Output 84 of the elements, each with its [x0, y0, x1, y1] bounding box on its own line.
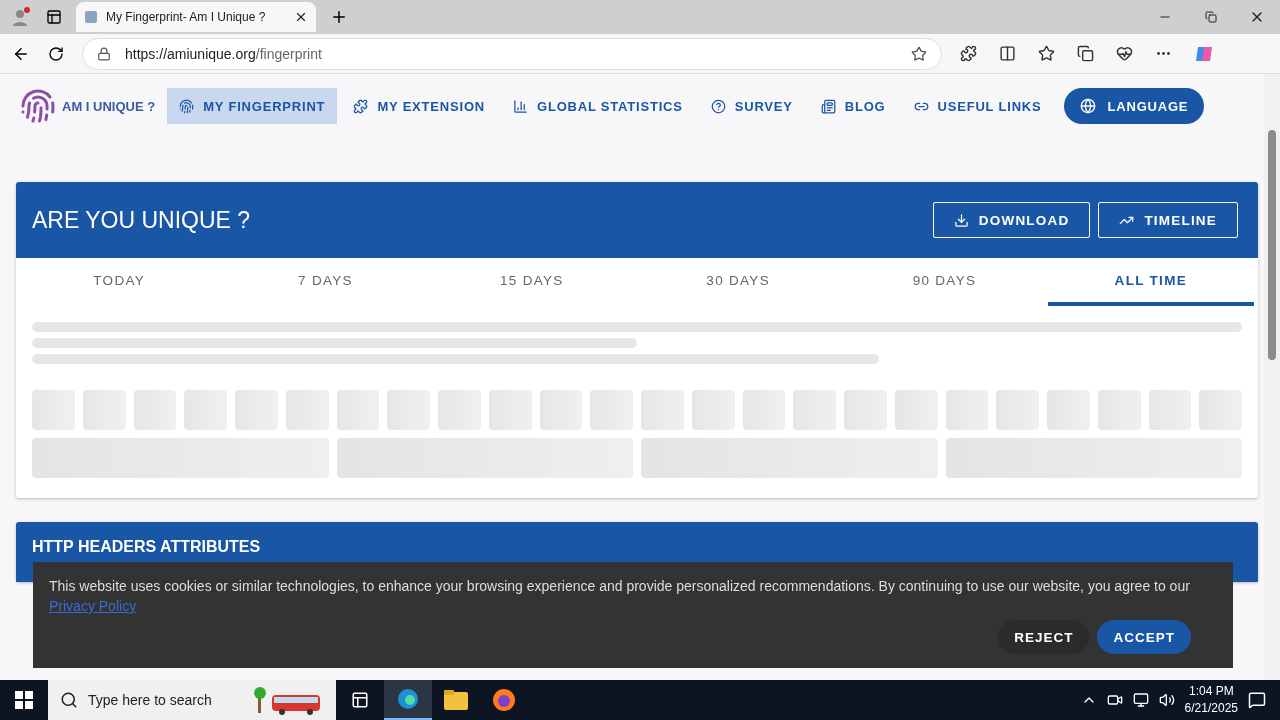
- new-tab-icon[interactable]: [330, 8, 348, 26]
- nav-link[interactable]: MY FINGERPRINT: [167, 88, 338, 124]
- browser-app-icon[interactable]: [396, 687, 420, 711]
- cookie-message: This website uses cookies or similar technologies, to enhance your browsing experience and provide personalized recommendations. By continuing to use our website, you agree to our Privacy Policy: [49, 577, 1191, 616]
- card-title: ARE YOU UNIQUE ?: [32, 206, 252, 234]
- skeleton-tile: [1097, 390, 1141, 430]
- time-text: 1:04 PM: [1188, 683, 1234, 700]
- volume-icon[interactable]: [1158, 692, 1175, 708]
- skeleton-tile: [336, 390, 380, 430]
- reload-icon[interactable]: [48, 45, 64, 62]
- newspaper-icon: [820, 98, 836, 114]
- address-field[interactable]: https://amiunique.org/fingerprint: [82, 37, 942, 70]
- browser-tab[interactable]: My Fingerprint- Am I Unique ?: [76, 2, 316, 32]
- collections-icon[interactable]: [1077, 45, 1094, 62]
- star-icon[interactable]: [911, 45, 927, 62]
- skeleton-tile: [539, 390, 583, 430]
- notifications-icon[interactable]: [1248, 691, 1266, 709]
- period-tab[interactable]: TODAY: [16, 258, 223, 306]
- task-view-icon[interactable]: [351, 691, 369, 709]
- skeleton-tile: [1199, 390, 1242, 430]
- card-title: HTTP HEADERS ATTRIBUTES: [32, 538, 261, 555]
- timeline-button[interactable]: TIMELINE: [1098, 202, 1238, 238]
- skeleton-tile: [488, 390, 532, 430]
- skeleton-tile: [387, 390, 430, 430]
- skeleton-tile: [184, 390, 227, 430]
- lock-icon: [97, 46, 111, 61]
- scrollbar[interactable]: [1264, 74, 1280, 680]
- puzzle-icon: [353, 98, 369, 114]
- network-icon[interactable]: [1132, 692, 1149, 708]
- nav-link[interactable]: GLOBAL STATISTICS: [501, 88, 695, 124]
- download-icon: [953, 212, 969, 228]
- folder-icon[interactable]: [444, 690, 468, 710]
- windows-icon[interactable]: [15, 691, 33, 709]
- split-screen-icon[interactable]: [999, 45, 1016, 62]
- skeleton-tile: [996, 390, 1039, 430]
- skeleton-tile: [945, 390, 989, 430]
- close-icon[interactable]: [294, 10, 308, 24]
- skeleton-tile: [1047, 390, 1090, 430]
- language-button[interactable]: LANGUAGE: [1063, 88, 1205, 124]
- accept-button[interactable]: ACCEPT: [1097, 620, 1191, 654]
- question-icon: [710, 98, 726, 114]
- tab-title: My Fingerprint- Am I Unique ?: [106, 10, 267, 24]
- globe-icon: [1079, 98, 1096, 114]
- favorites-icon[interactable]: [1038, 45, 1055, 62]
- skeleton-tile: [82, 390, 126, 430]
- restore-icon[interactable]: [1205, 11, 1217, 23]
- tab-actions-icon[interactable]: [46, 9, 62, 25]
- health-icon[interactable]: [1116, 45, 1133, 62]
- period-tab[interactable]: 90 DAYS: [841, 258, 1048, 306]
- bar-chart-icon: [513, 98, 528, 114]
- nav-link[interactable]: BLOG: [808, 88, 898, 124]
- period-tab[interactable]: 15 DAYS: [428, 258, 635, 306]
- logo-icon: [20, 88, 56, 124]
- skeleton-tile: [285, 390, 329, 430]
- clock[interactable]: 1:04 PM 6/21/2025: [1184, 683, 1238, 717]
- skeleton-tile: [1148, 390, 1192, 430]
- nav-link[interactable]: MY EXTENSION: [341, 88, 497, 124]
- skeleton-tile: [894, 390, 938, 430]
- extensions-icon[interactable]: [960, 45, 977, 62]
- skeleton-tile: [641, 390, 684, 430]
- skeleton-tile: [691, 390, 735, 430]
- period-tab[interactable]: ALL TIME: [1047, 258, 1254, 306]
- reject-button[interactable]: REJECT: [998, 620, 1090, 654]
- skeleton-tile: [133, 390, 177, 430]
- skeleton-tile: [844, 390, 887, 430]
- skeleton-tile: [32, 390, 75, 430]
- nav-link[interactable]: SURVEY: [698, 88, 805, 124]
- profile-icon[interactable]: [10, 6, 32, 28]
- download-button[interactable]: DOWNLOAD: [932, 202, 1091, 238]
- page-favicon: [84, 10, 98, 24]
- logo-text: AM I UNIQUE ?: [62, 98, 156, 114]
- skeleton-tile: [590, 390, 633, 430]
- period-tab[interactable]: 7 DAYS: [222, 258, 429, 306]
- date-text: 6/21/2025: [1184, 700, 1238, 717]
- period-tab[interactable]: 30 DAYS: [635, 258, 842, 306]
- nav-link[interactable]: USEFUL LINKS: [901, 88, 1054, 124]
- skeleton-tile: [438, 390, 481, 430]
- camera-icon[interactable]: [1106, 692, 1123, 708]
- skeleton-tile: [235, 390, 278, 430]
- skeleton-tile: [793, 390, 836, 430]
- search-icon: [60, 691, 78, 709]
- skeleton-tile: [742, 390, 786, 430]
- taskbar-search-field[interactable]: Type here to search: [48, 680, 336, 720]
- fingerprint-icon: [179, 98, 195, 114]
